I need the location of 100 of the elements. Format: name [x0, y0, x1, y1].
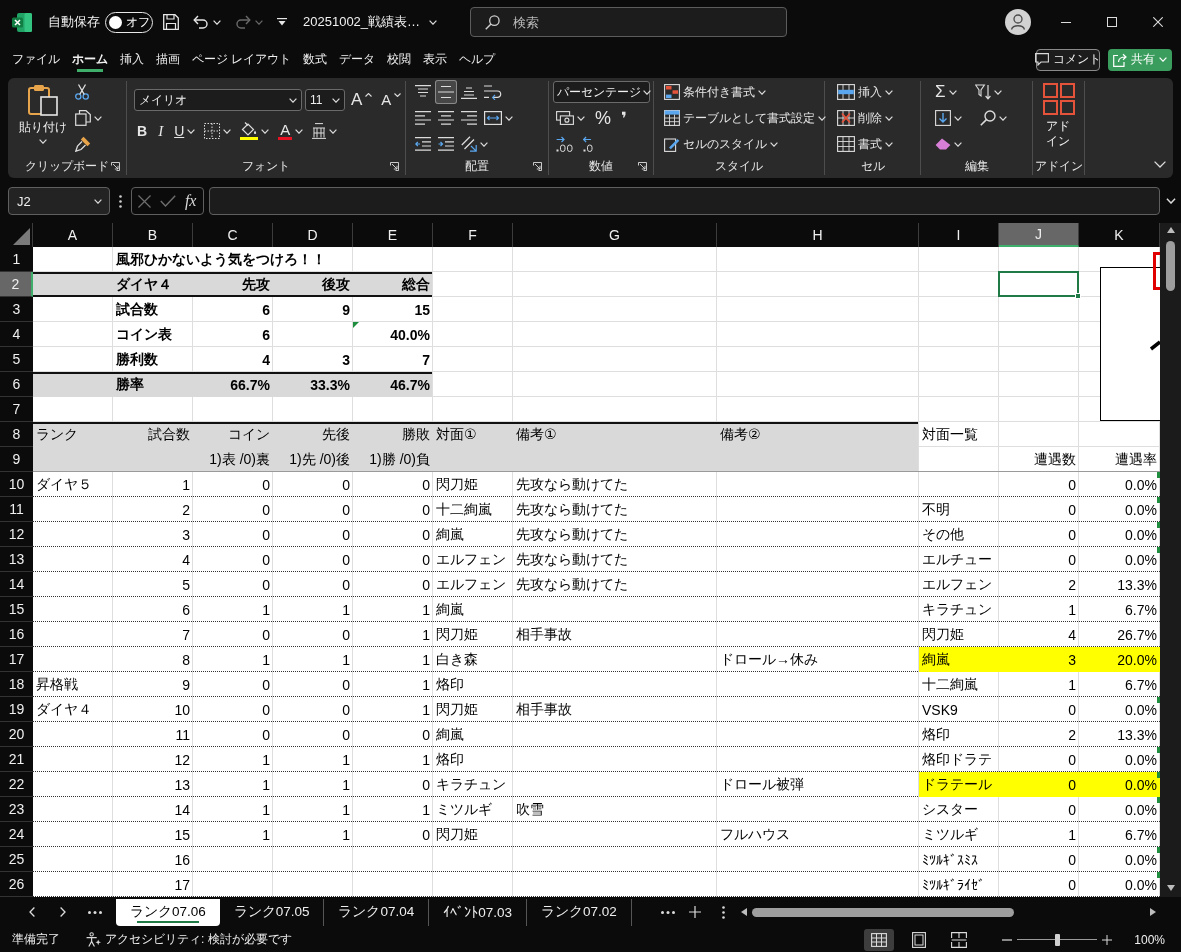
bold-button[interactable]: B: [134, 119, 151, 143]
column-header[interactable]: G: [513, 223, 717, 247]
row-number[interactable]: 21: [0, 747, 33, 772]
account-button[interactable]: [1005, 9, 1031, 35]
cell-styles-button[interactable]: セルのスタイル: [661, 132, 781, 156]
file-name-button[interactable]: 20251002_戦績表…: [303, 8, 438, 36]
formula-input-field[interactable]: [208, 187, 1160, 215]
column-header[interactable]: H: [717, 223, 919, 247]
underline-button[interactable]: U: [171, 119, 199, 143]
row-number[interactable]: 13: [0, 547, 33, 572]
ribbon-tab[interactable]: 数式: [297, 44, 334, 75]
scroll-down-arrow-icon[interactable]: [1166, 885, 1175, 891]
row-number[interactable]: 18: [0, 672, 33, 697]
row-number[interactable]: 20: [0, 722, 33, 747]
row-number[interactable]: 4: [0, 322, 33, 347]
row-number[interactable]: 26: [0, 872, 33, 897]
paste-button[interactable]: 貼り付け: [16, 81, 70, 157]
dialog-launcher-icon[interactable]: [390, 161, 399, 171]
table-cell: 3: [999, 647, 1079, 672]
select-all-button[interactable]: [0, 223, 33, 247]
row-number[interactable]: 15: [0, 597, 33, 622]
delete-cells-button[interactable]: 削除: [834, 106, 896, 130]
autosum-button[interactable]: Σ: [932, 80, 960, 104]
font-size-field[interactable]: 11: [305, 89, 345, 111]
normal-view-button[interactable]: [864, 928, 895, 951]
dialog-launcher-icon[interactable]: [533, 161, 542, 171]
row-number[interactable]: 3: [0, 297, 33, 322]
zoom-slider-thumb[interactable]: [1055, 933, 1061, 946]
column-header[interactable]: K: [1079, 223, 1160, 247]
sheet-tab[interactable]: ランク07.05: [219, 898, 325, 926]
zoom-level[interactable]: 100%: [1134, 932, 1181, 947]
row-number[interactable]: 6: [0, 372, 33, 397]
ribbon-tab[interactable]: 挿入: [114, 44, 150, 75]
column-header[interactable]: E: [353, 223, 433, 247]
scroll-right-arrow-icon[interactable]: [1150, 908, 1156, 916]
dialog-launcher-icon[interactable]: [638, 161, 647, 171]
row-number[interactable]: 5: [0, 347, 33, 372]
row-number[interactable]: 22: [0, 772, 33, 797]
column-header[interactable]: C: [193, 223, 273, 247]
comma-style-button[interactable]: ❜: [618, 106, 630, 130]
search-field[interactable]: 検索: [470, 7, 787, 37]
dialog-launcher-icon[interactable]: [111, 161, 120, 171]
row-number[interactable]: 19: [0, 697, 33, 722]
collapse-ribbon-icon[interactable]: [1154, 161, 1166, 168]
comment-button[interactable]: コメント: [1036, 48, 1100, 71]
shrink-font-button[interactable]: A: [378, 88, 405, 112]
ribbon-tab[interactable]: 校閲: [381, 44, 418, 75]
row-number[interactable]: 10: [0, 472, 33, 497]
table-cell: 0.0%: [1079, 472, 1160, 497]
column-header[interactable]: A: [33, 223, 113, 247]
vertical-dots-icon[interactable]: [118, 195, 122, 208]
expand-formula-bar-icon[interactable]: [1165, 198, 1176, 204]
ribbon-tab[interactable]: データ: [333, 44, 382, 75]
sheet-tab[interactable]: ランク07.02: [527, 898, 632, 926]
sheet-tab[interactable]: ランク07.04: [324, 898, 430, 926]
font-color-button[interactable]: A: [275, 119, 307, 143]
row-number[interactable]: 9: [0, 447, 33, 472]
row-number[interactable]: 1: [0, 247, 33, 272]
row-number[interactable]: 25: [0, 847, 33, 872]
column-header[interactable]: I: [919, 223, 999, 247]
ribbon-tab[interactable]: 表示: [417, 44, 454, 75]
sheet-tab[interactable]: ランク07.06: [115, 898, 220, 926]
row-number[interactable]: 23: [0, 797, 33, 822]
name-box[interactable]: J2: [8, 187, 110, 215]
italic-button[interactable]: I: [153, 119, 169, 143]
scroll-thumb[interactable]: [1166, 241, 1175, 291]
add-ins-button[interactable]: アドイン: [1036, 81, 1081, 157]
font-name-field[interactable]: メイリオ: [134, 89, 302, 111]
row-number[interactable]: 12: [0, 522, 33, 547]
insert-cells-button[interactable]: 挿入: [834, 80, 896, 104]
row-number[interactable]: 11: [0, 497, 33, 522]
scroll-left-arrow-icon[interactable]: [740, 908, 747, 916]
percent-style-button[interactable]: %: [592, 106, 614, 130]
ribbon-tab[interactable]: ヘルプ: [453, 44, 502, 75]
insert-function-button[interactable]: fx: [182, 190, 199, 212]
sheet-tab[interactable]: ｲﾍﾞﾝﾄ07.03: [429, 898, 528, 926]
ribbon-tab[interactable]: ページ レイアウト: [186, 44, 298, 75]
row-number[interactable]: 24: [0, 822, 33, 847]
format-as-table-button[interactable]: テーブルとして書式設定: [661, 106, 829, 130]
align-middle-button[interactable]: [435, 80, 457, 104]
row-number[interactable]: 16: [0, 622, 33, 647]
scroll-up-arrow-icon[interactable]: [1166, 227, 1175, 233]
column-header[interactable]: F: [433, 223, 513, 247]
scroll-thumb[interactable]: [751, 907, 1014, 917]
conditional-formatting-button[interactable]: 条件付き書式: [661, 80, 769, 104]
column-header[interactable]: D: [273, 223, 353, 247]
fill-handle[interactable]: [1075, 293, 1081, 299]
accessibility-button[interactable]: アクセシビリティ: 検討が必要です: [86, 931, 292, 948]
row-number[interactable]: 8: [0, 422, 33, 447]
row-number[interactable]: 2: [0, 272, 33, 297]
grow-font-button[interactable]: A: [348, 88, 376, 112]
row-number[interactable]: 7: [0, 397, 33, 422]
ribbon-tab[interactable]: ファイル: [6, 44, 66, 75]
number-format-field[interactable]: パーセンテージ: [553, 81, 650, 103]
format-cells-button[interactable]: 書式: [834, 132, 896, 156]
column-header[interactable]: J: [999, 223, 1079, 247]
ribbon-tab[interactable]: 描画: [150, 44, 186, 75]
row-number[interactable]: 17: [0, 647, 33, 672]
column-header[interactable]: B: [113, 223, 193, 247]
row-number[interactable]: 14: [0, 572, 33, 597]
